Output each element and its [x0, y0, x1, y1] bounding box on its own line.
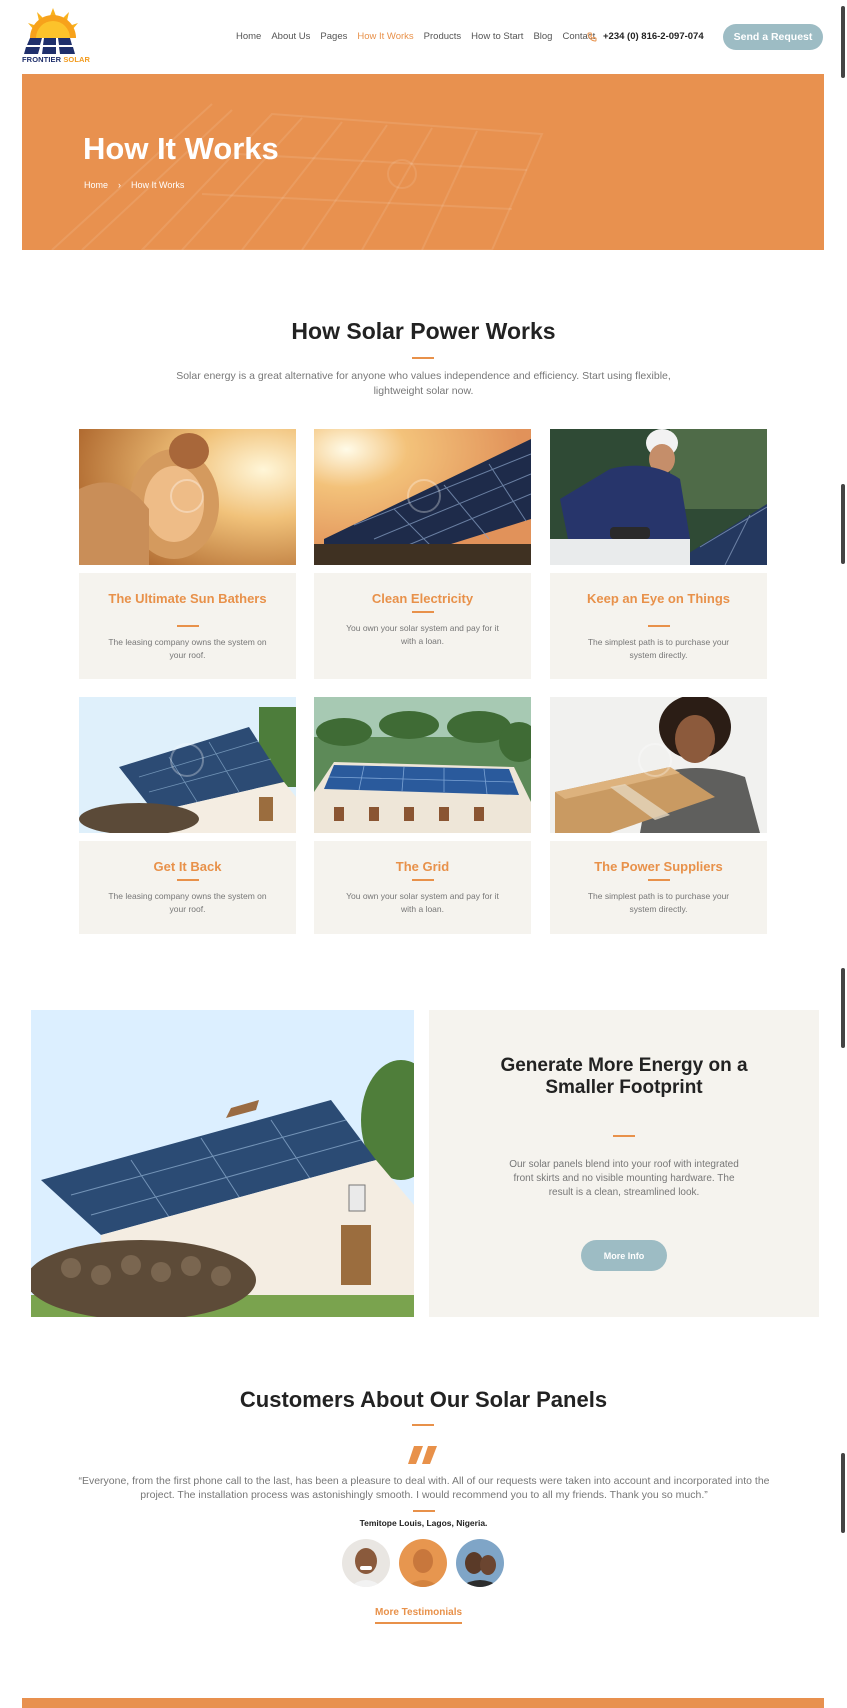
breadcrumb: Home › How It Works [84, 180, 184, 190]
card-image-barn[interactable] [79, 697, 296, 833]
card-title[interactable]: Keep an Eye on Things [570, 592, 747, 606]
card-the-grid: The Grid You own your solar system and p… [314, 841, 531, 934]
page-title: How It Works [83, 131, 279, 166]
nav-how-to-start[interactable]: How to Start [471, 31, 523, 42]
nav-products[interactable]: Products [424, 31, 462, 42]
card-text: The simplest path is to purchase your sy… [587, 637, 730, 660]
logo-sun-panels-icon [24, 8, 78, 54]
nav-about-us[interactable]: About Us [271, 31, 310, 42]
quote-divider [413, 1510, 435, 1512]
section-divider [412, 1424, 434, 1426]
quote-icon [408, 1446, 438, 1469]
card-divider [177, 625, 199, 627]
nav-blog[interactable]: Blog [533, 31, 552, 42]
card-title[interactable]: Clean Electricity [334, 592, 511, 606]
avatar[interactable] [399, 1539, 447, 1587]
card-image-installer[interactable] [550, 429, 767, 565]
page-hero: How It Works Home › How It Works [22, 74, 824, 250]
card-text: You own your solar system and pay for it… [346, 891, 499, 914]
nav-pages[interactable]: Pages [320, 31, 347, 42]
more-info-button[interactable]: More Info [581, 1240, 667, 1271]
card-text: The simplest path is to purchase your sy… [587, 891, 730, 914]
card-image-family[interactable] [79, 429, 296, 565]
card-image-solar-field[interactable] [314, 429, 531, 565]
card-the-ultimate-sun-bathers: The Ultimate Sun Bathers The leasing com… [79, 573, 296, 679]
more-testimonials-link[interactable]: More Testimonials [375, 1607, 463, 1624]
scrollbar-marker [841, 968, 845, 1048]
card-get-it-back: Get It Back The leasing company owns the… [79, 841, 296, 934]
card-divider [648, 879, 670, 881]
chevron-right-icon: › [118, 180, 122, 190]
feature-image-barn [31, 1010, 414, 1317]
feature-title: Generate More Energy on a Smaller Footpr… [500, 1055, 748, 1098]
card-text: The leasing company owns the system on y… [108, 891, 267, 914]
card-title[interactable]: The Grid [334, 860, 511, 874]
breadcrumb-current: How It Works [131, 180, 185, 190]
card-text: You own your solar system and pay for it… [346, 623, 499, 646]
testimonial-author: Temitope Louis, Lagos, Nigeria. [359, 1518, 488, 1528]
nav-how-it-works[interactable]: How It Works [357, 31, 413, 42]
feature-text: Our solar panels blend into your roof wi… [509, 1159, 739, 1198]
card-title[interactable]: Get It Back [99, 860, 276, 874]
footer-band [22, 1698, 824, 1708]
card-image-palm-roof[interactable] [314, 697, 531, 833]
card-the-power-suppliers: The Power Suppliers The simplest path is… [550, 841, 767, 934]
scrollbar-marker [841, 1453, 845, 1533]
section-divider [412, 357, 434, 359]
scrollbar-thumb[interactable] [841, 6, 845, 78]
scrollbar-marker [841, 484, 845, 564]
phone-link[interactable]: +234 (0) 816-2-097-074 [587, 31, 704, 42]
testimonial-quote: “Everyone, from the first phone call to … [78, 1475, 770, 1501]
avatar[interactable] [342, 1539, 390, 1587]
nav-home[interactable]: Home [236, 31, 261, 42]
card-text: The leasing company owns the system on y… [108, 637, 267, 660]
card-clean-electricity: Clean Electricity You own your solar sys… [314, 573, 531, 679]
card-title[interactable]: The Ultimate Sun Bathers [99, 592, 276, 606]
brand-name: FRONTIER SOLAR [22, 55, 91, 64]
phone-icon [587, 32, 597, 42]
site-header: FRONTIER SOLAR Home About Us Pages How I… [0, 0, 847, 74]
breadcrumb-home[interactable]: Home [84, 180, 108, 190]
card-title[interactable]: The Power Suppliers [570, 860, 747, 874]
card-divider [648, 625, 670, 627]
section-description: Solar energy is a great alternative for … [176, 370, 671, 397]
section-title-how: How Solar Power Works [291, 318, 556, 344]
card-divider [412, 879, 434, 881]
avatar[interactable] [456, 1539, 504, 1587]
send-request-button[interactable]: Send a Request [723, 24, 823, 50]
feature-panel: Generate More Energy on a Smaller Footpr… [429, 1010, 819, 1317]
brand-logo[interactable]: FRONTIER SOLAR [22, 8, 90, 66]
section-title-testimonials: Customers About Our Solar Panels [239, 1387, 608, 1412]
card-divider [412, 611, 434, 613]
card-keep-an-eye-on-things: Keep an Eye on Things The simplest path … [550, 573, 767, 679]
card-divider [177, 879, 199, 881]
phone-number: +234 (0) 816-2-097-074 [603, 31, 704, 42]
main-nav: Home About Us Pages How It Works Product… [236, 31, 595, 42]
feature-divider [613, 1135, 635, 1137]
card-image-delivery[interactable] [550, 697, 767, 833]
